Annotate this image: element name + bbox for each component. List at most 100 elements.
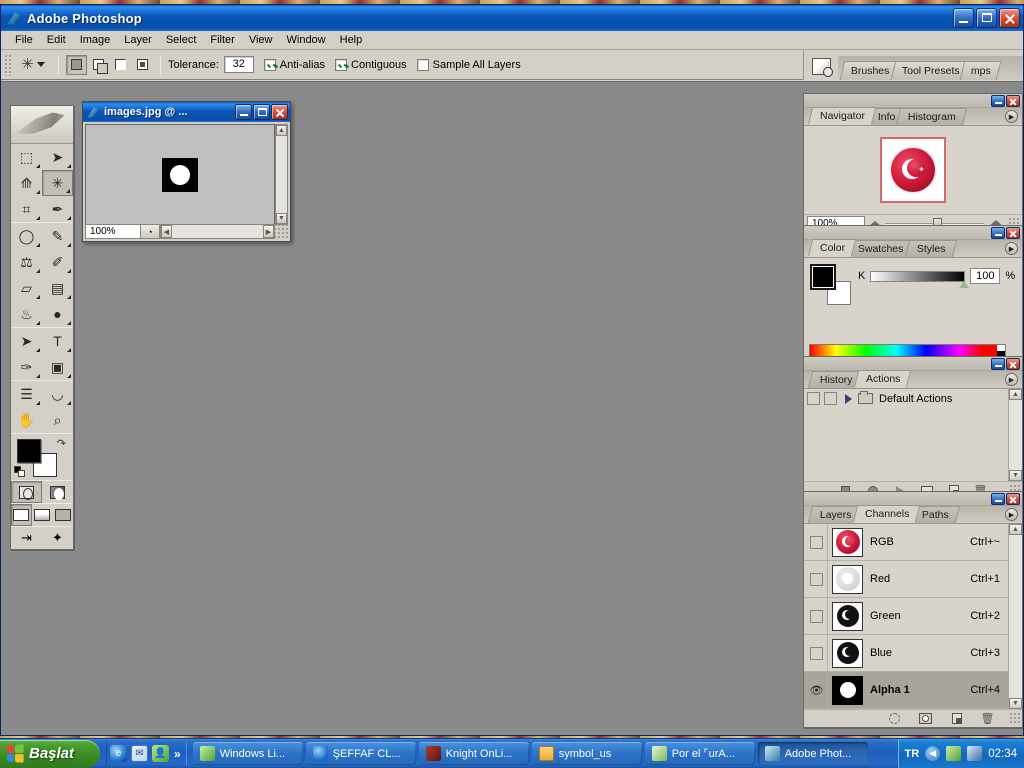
channels-minimize-button[interactable] [991,492,1005,505]
new-selection-button[interactable] [66,54,87,75]
tab-styles[interactable]: Styles [904,240,957,257]
action-set-row[interactable]: Default Actions [804,389,1022,408]
shape-tool[interactable]: ▣ [42,354,73,380]
channel-row-red[interactable]: Red Ctrl+1 [804,561,1022,598]
color-palette-menu-icon[interactable]: ▶ [1005,242,1018,255]
anti-alias-checkbox[interactable] [263,58,276,71]
task-knight-online[interactable]: Knight OnLi... [418,742,529,765]
full-screen-with-menubar-button[interactable] [32,504,53,526]
navigator-palette-menu-icon[interactable]: ▶ [1005,110,1018,123]
navigator-close-button[interactable] [1006,94,1020,107]
scroll-down-icon[interactable]: ▼ [1009,470,1022,481]
anti-alias-option[interactable]: Anti-alias [263,58,325,71]
document-close-button[interactable] [271,104,288,120]
tray-expand-chevron-icon[interactable]: ◀ [925,746,941,761]
channels-palette-menu-icon[interactable]: ▶ [1005,508,1018,521]
type-tool[interactable]: T [42,328,73,354]
menu-layer[interactable]: Layer [117,32,159,48]
scroll-up-icon[interactable]: ▲ [1009,524,1022,535]
actions-palette-menu-icon[interactable]: ▶ [1005,373,1018,386]
channels-scrollbar[interactable]: ▲ ▼ [1008,524,1022,709]
delete-channel-button[interactable]: 🗑 [981,712,995,725]
intersect-selection-button[interactable] [132,54,153,75]
task-windows-live[interactable]: Windows Li... [192,742,303,765]
scroll-up-icon[interactable]: ▲ [1009,389,1022,400]
document-minimize-button[interactable] [235,104,252,120]
file-browser-icon[interactable] [804,52,838,80]
network-tray-icon[interactable] [967,746,983,761]
channel-row-rgb[interactable]: RGB Ctrl+~ [804,524,1022,561]
menu-file[interactable]: File [8,32,40,48]
menu-image[interactable]: Image [73,32,118,48]
internet-explorer-icon[interactable]: e [110,745,127,762]
document-resize-grip[interactable] [275,224,288,239]
minimize-button[interactable] [953,8,974,28]
eyedropper-tool[interactable]: ◡ [42,381,73,407]
channels-resize-grip[interactable] [1009,712,1020,725]
scroll-down-icon[interactable]: ▼ [1009,698,1022,709]
chevron-down-icon[interactable] [36,62,45,67]
scroll-right-icon[interactable]: ▶ [263,225,274,238]
scroll-up-icon[interactable]: ▲ [276,125,287,136]
document-horizontal-scrollbar[interactable]: ◀ ▶ [160,224,275,239]
slider-marker[interactable] [959,280,970,288]
history-brush-tool[interactable]: ✐ [42,249,73,275]
channel-visibility-toggle[interactable] [806,561,828,597]
imageready-feather-icon[interactable]: ✦ [42,527,73,549]
crop-tool[interactable]: ⌗ [11,196,42,222]
task-por-el[interactable]: Por el ⌜urA... [644,742,755,765]
quick-mask-mode-button[interactable] [42,481,73,503]
blur-tool[interactable]: ♨ [11,301,42,327]
language-indicator[interactable]: TR [905,748,920,760]
magic-wand-tool[interactable]: ✳ [42,170,73,196]
current-tool-preview[interactable]: ✳ [15,53,51,77]
actions-scrollbar[interactable]: ▲ ▼ [1008,389,1022,481]
contiguous-option[interactable]: Contiguous [335,58,407,71]
standard-screen-mode-button[interactable] [11,504,32,526]
start-button[interactable]: Başlat [0,739,100,768]
document-info-icon[interactable]: ◔ [141,224,160,239]
eraser-tool[interactable]: ▱ [11,275,42,301]
k-channel-slider[interactable] [870,270,970,288]
healing-brush-tool[interactable]: ◯ [11,223,42,249]
quick-launch-overflow-icon[interactable]: » [174,747,181,761]
task-adobe-photoshop[interactable]: Adobe Phot... [757,742,868,765]
notes-tool[interactable]: ☰ [11,381,42,407]
tab-color[interactable]: Color [807,239,857,257]
eye-icon[interactable]: 👁 [806,672,828,708]
clock[interactable]: 02:34 [988,748,1017,760]
document-canvas[interactable] [85,124,275,225]
menu-select[interactable]: Select [159,32,204,48]
marquee-tool[interactable]: ⬚ [11,144,42,170]
standard-mask-mode-button[interactable] [11,481,42,503]
subtract-from-selection-button[interactable] [110,54,131,75]
color-foreground-swatch[interactable] [810,264,836,290]
scroll-down-icon[interactable]: ▼ [276,213,287,224]
channels-close-button[interactable] [1006,492,1020,505]
jump-to-imageready-icon[interactable]: ⇥ [11,527,42,549]
contiguous-checkbox[interactable] [335,58,348,71]
color-minimize-button[interactable] [991,226,1005,239]
msn-messenger-icon[interactable]: 👤 [152,745,169,762]
scroll-left-icon[interactable]: ◀ [161,225,172,238]
dodge-tool[interactable]: ● [42,301,73,327]
navigator-minimize-button[interactable] [991,94,1005,107]
add-to-selection-button[interactable] [88,54,109,75]
maximize-button[interactable] [976,8,997,28]
color-close-button[interactable] [1006,226,1020,239]
gradient-tool[interactable]: ▤ [42,275,73,301]
action-toggle-checkbox[interactable] [807,392,820,405]
navigator-palette-bar[interactable] [804,94,1022,108]
actions-minimize-button[interactable] [991,357,1005,370]
channel-visibility-toggle[interactable] [806,598,828,634]
swap-colors-icon[interactable]: ↷ [57,437,66,450]
lasso-tool[interactable]: ⟰ [11,170,42,196]
options-bar-grip[interactable] [4,53,11,76]
task-seffaf-cl[interactable]: ŞEFFAF CL... [305,742,416,765]
document-zoom-input[interactable]: 100% [85,224,141,239]
channel-row-green[interactable]: Green Ctrl+2 [804,598,1022,635]
actions-palette-bar[interactable] [804,357,1022,371]
channel-row-blue[interactable]: Blue Ctrl+3 [804,635,1022,672]
close-button[interactable] [999,8,1020,28]
channel-row-alpha-1[interactable]: 👁 Alpha 1 Ctrl+4 [804,672,1022,709]
